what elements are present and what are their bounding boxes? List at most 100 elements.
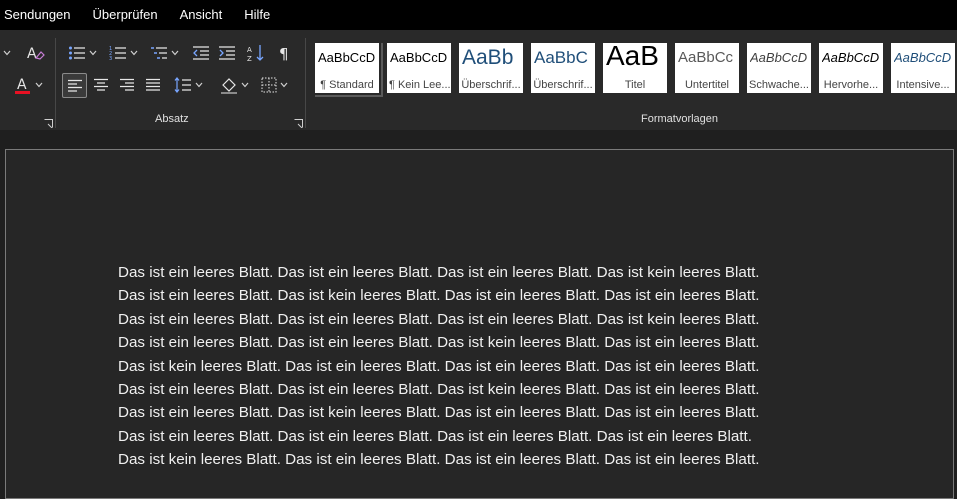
style-tile-schwache-hervorhebung[interactable]: AaBbCcD Schwache...	[747, 43, 811, 93]
style-tile-untertitel[interactable]: AaBbCc Untertitel	[675, 43, 739, 93]
increase-indent-button[interactable]	[216, 42, 238, 64]
text-line: Das ist ein leeres Blatt. Das ist kein l…	[118, 287, 760, 305]
text-line: Das ist ein leeres Blatt. Das ist ein le…	[118, 264, 760, 281]
style-name: Überschrif...	[533, 79, 593, 91]
paint-bucket-icon	[220, 78, 237, 94]
decrease-indent-button[interactable]	[190, 42, 212, 64]
style-tile-titel[interactable]: AaB Titel	[603, 43, 667, 93]
svg-text:3: 3	[109, 56, 112, 61]
dialog-launcher-icon	[44, 119, 53, 129]
group-label-absatz: Absatz	[155, 113, 189, 125]
paragraph-dialog-launcher[interactable]	[294, 115, 303, 129]
borders-icon	[261, 77, 276, 93]
style-sample: AaBbCcD	[318, 50, 376, 65]
clear-formatting-button[interactable]: A	[24, 42, 46, 64]
multilevel-list-icon	[150, 47, 167, 59]
font-color-swatch	[14, 91, 30, 94]
chevron-down-icon	[241, 82, 248, 88]
ribbon-separator	[305, 38, 306, 128]
align-center-icon	[94, 78, 108, 91]
align-left-icon	[67, 79, 82, 92]
bullets-button[interactable]	[64, 42, 100, 64]
style-sample: AaBbCcD	[390, 50, 448, 65]
text-line: Das ist kein leeres Blatt. Das ist ein l…	[118, 451, 760, 469]
chevron-down-icon	[280, 82, 287, 88]
menu-hilfe[interactable]: Hilfe	[233, 0, 281, 30]
align-justify-icon	[146, 78, 160, 91]
numbered-list-icon: 1 2 3	[109, 46, 126, 61]
clear-formatting-icon: A	[27, 46, 45, 62]
document-canvas: Das ist ein leeres Blatt. Das ist ein le…	[0, 130, 957, 499]
chevron-down-icon	[89, 50, 96, 56]
shading-button[interactable]	[216, 74, 252, 96]
chevron-down-icon	[195, 82, 202, 88]
menu-sendungen[interactable]: Sendungen	[0, 0, 82, 30]
menu-ansicht[interactable]: Ansicht	[169, 0, 234, 30]
ribbon-separator	[55, 38, 56, 128]
style-sample: AaBbCcD	[750, 50, 808, 65]
style-sample: AaBbCcD	[894, 50, 952, 65]
sort-az-icon: A Z	[247, 45, 264, 62]
sort-button[interactable]: A Z	[245, 42, 267, 64]
style-tile-hervorhebung[interactable]: AaBbCcD Hervorhe...	[819, 43, 883, 93]
align-center-button[interactable]	[89, 74, 113, 96]
style-name: Intensive...	[896, 79, 950, 91]
align-right-icon	[120, 78, 134, 91]
style-name: ¶ Standard	[320, 79, 374, 91]
text-line: Das ist ein leeres Blatt. Das ist ein le…	[118, 381, 760, 399]
svg-text:Z: Z	[247, 55, 252, 62]
bullet-list-icon	[68, 46, 85, 60]
style-tile-kein-leerraum[interactable]: AaBbCcD ¶ Kein Lee...	[387, 43, 451, 93]
styles-gallery: AaBbCcD ¶ Standard AaBbCcD ¶ Kein Lee...…	[315, 43, 957, 99]
chevron-down-icon	[3, 50, 11, 56]
justify-button[interactable]	[141, 74, 165, 96]
menu-bar: Sendungen Überprüfen Ansicht Hilfe	[0, 0, 957, 30]
line-spacing-icon	[174, 77, 191, 93]
font-color-button[interactable]: A	[12, 74, 44, 96]
style-name: Untertitel	[684, 79, 730, 91]
text-line: Das ist ein leeres Blatt. Das ist ein le…	[118, 334, 760, 352]
style-sample: AaB	[606, 43, 659, 70]
svg-text:A: A	[247, 46, 252, 54]
pilcrow-icon: ¶	[279, 45, 289, 61]
style-name: ¶ Kein Lee...	[389, 79, 451, 91]
svg-text:A: A	[17, 77, 27, 93]
align-left-button[interactable]	[62, 73, 87, 98]
style-name: Überschrif...	[461, 79, 521, 91]
chevron-down-icon	[130, 50, 137, 56]
style-tile-ueberschrift-1[interactable]: AaBb Überschrif...	[459, 43, 523, 93]
style-sample: AaBbCcD	[822, 50, 880, 65]
style-sample: AaBb	[462, 47, 514, 69]
style-sample: AaBbCc	[678, 49, 734, 66]
font-color-icon: A	[14, 77, 30, 94]
dialog-launcher-icon	[294, 119, 303, 129]
style-tile-intensive-hervorhebung[interactable]: AaBbCcD Intensive...	[891, 43, 955, 93]
document-body-text[interactable]: Das ist ein leeres Blatt. Das ist ein le…	[118, 261, 858, 472]
document-page[interactable]: Das ist ein leeres Blatt. Das ist ein le…	[5, 149, 954, 499]
decrease-indent-icon	[193, 46, 209, 60]
style-tile-ueberschrift-2[interactable]: AaBbC Überschrif...	[531, 43, 595, 93]
svg-text:A: A	[27, 46, 37, 62]
style-name: Titel	[624, 79, 646, 91]
numbering-button[interactable]: 1 2 3	[105, 42, 141, 64]
style-sample: AaBbC	[534, 48, 588, 67]
text-line: Das ist ein leeres Blatt. Das ist kein l…	[118, 404, 760, 422]
text-line: Das ist kein leeres Blatt. Das ist ein l…	[118, 357, 760, 375]
chevron-down-icon	[35, 82, 42, 88]
font-dialog-launcher[interactable]	[44, 115, 53, 129]
text-line: Das ist ein leeres Blatt. Das ist ein le…	[118, 427, 752, 445]
menu-ueberpruefen[interactable]: Überprüfen	[82, 0, 169, 30]
borders-button[interactable]	[256, 74, 292, 96]
style-name: Hervorhe...	[823, 79, 879, 91]
multilevel-list-button[interactable]	[146, 42, 182, 64]
align-right-button[interactable]	[115, 74, 139, 96]
increase-indent-icon	[219, 46, 235, 60]
text-line: Das ist ein leeres Blatt. Das ist ein le…	[118, 310, 760, 328]
ribbon: A A 1 2 3 A Z ¶ Absatz AaBbCcD ¶ Standar…	[0, 30, 957, 130]
line-spacing-button[interactable]	[170, 74, 206, 96]
style-tile-standard[interactable]: AaBbCcD ¶ Standard	[315, 43, 383, 97]
style-name: Schwache...	[749, 79, 809, 91]
font-dropdown-caret[interactable]	[0, 42, 14, 64]
show-formatting-marks-button[interactable]: ¶	[274, 42, 296, 64]
svg-text:¶: ¶	[279, 45, 289, 61]
